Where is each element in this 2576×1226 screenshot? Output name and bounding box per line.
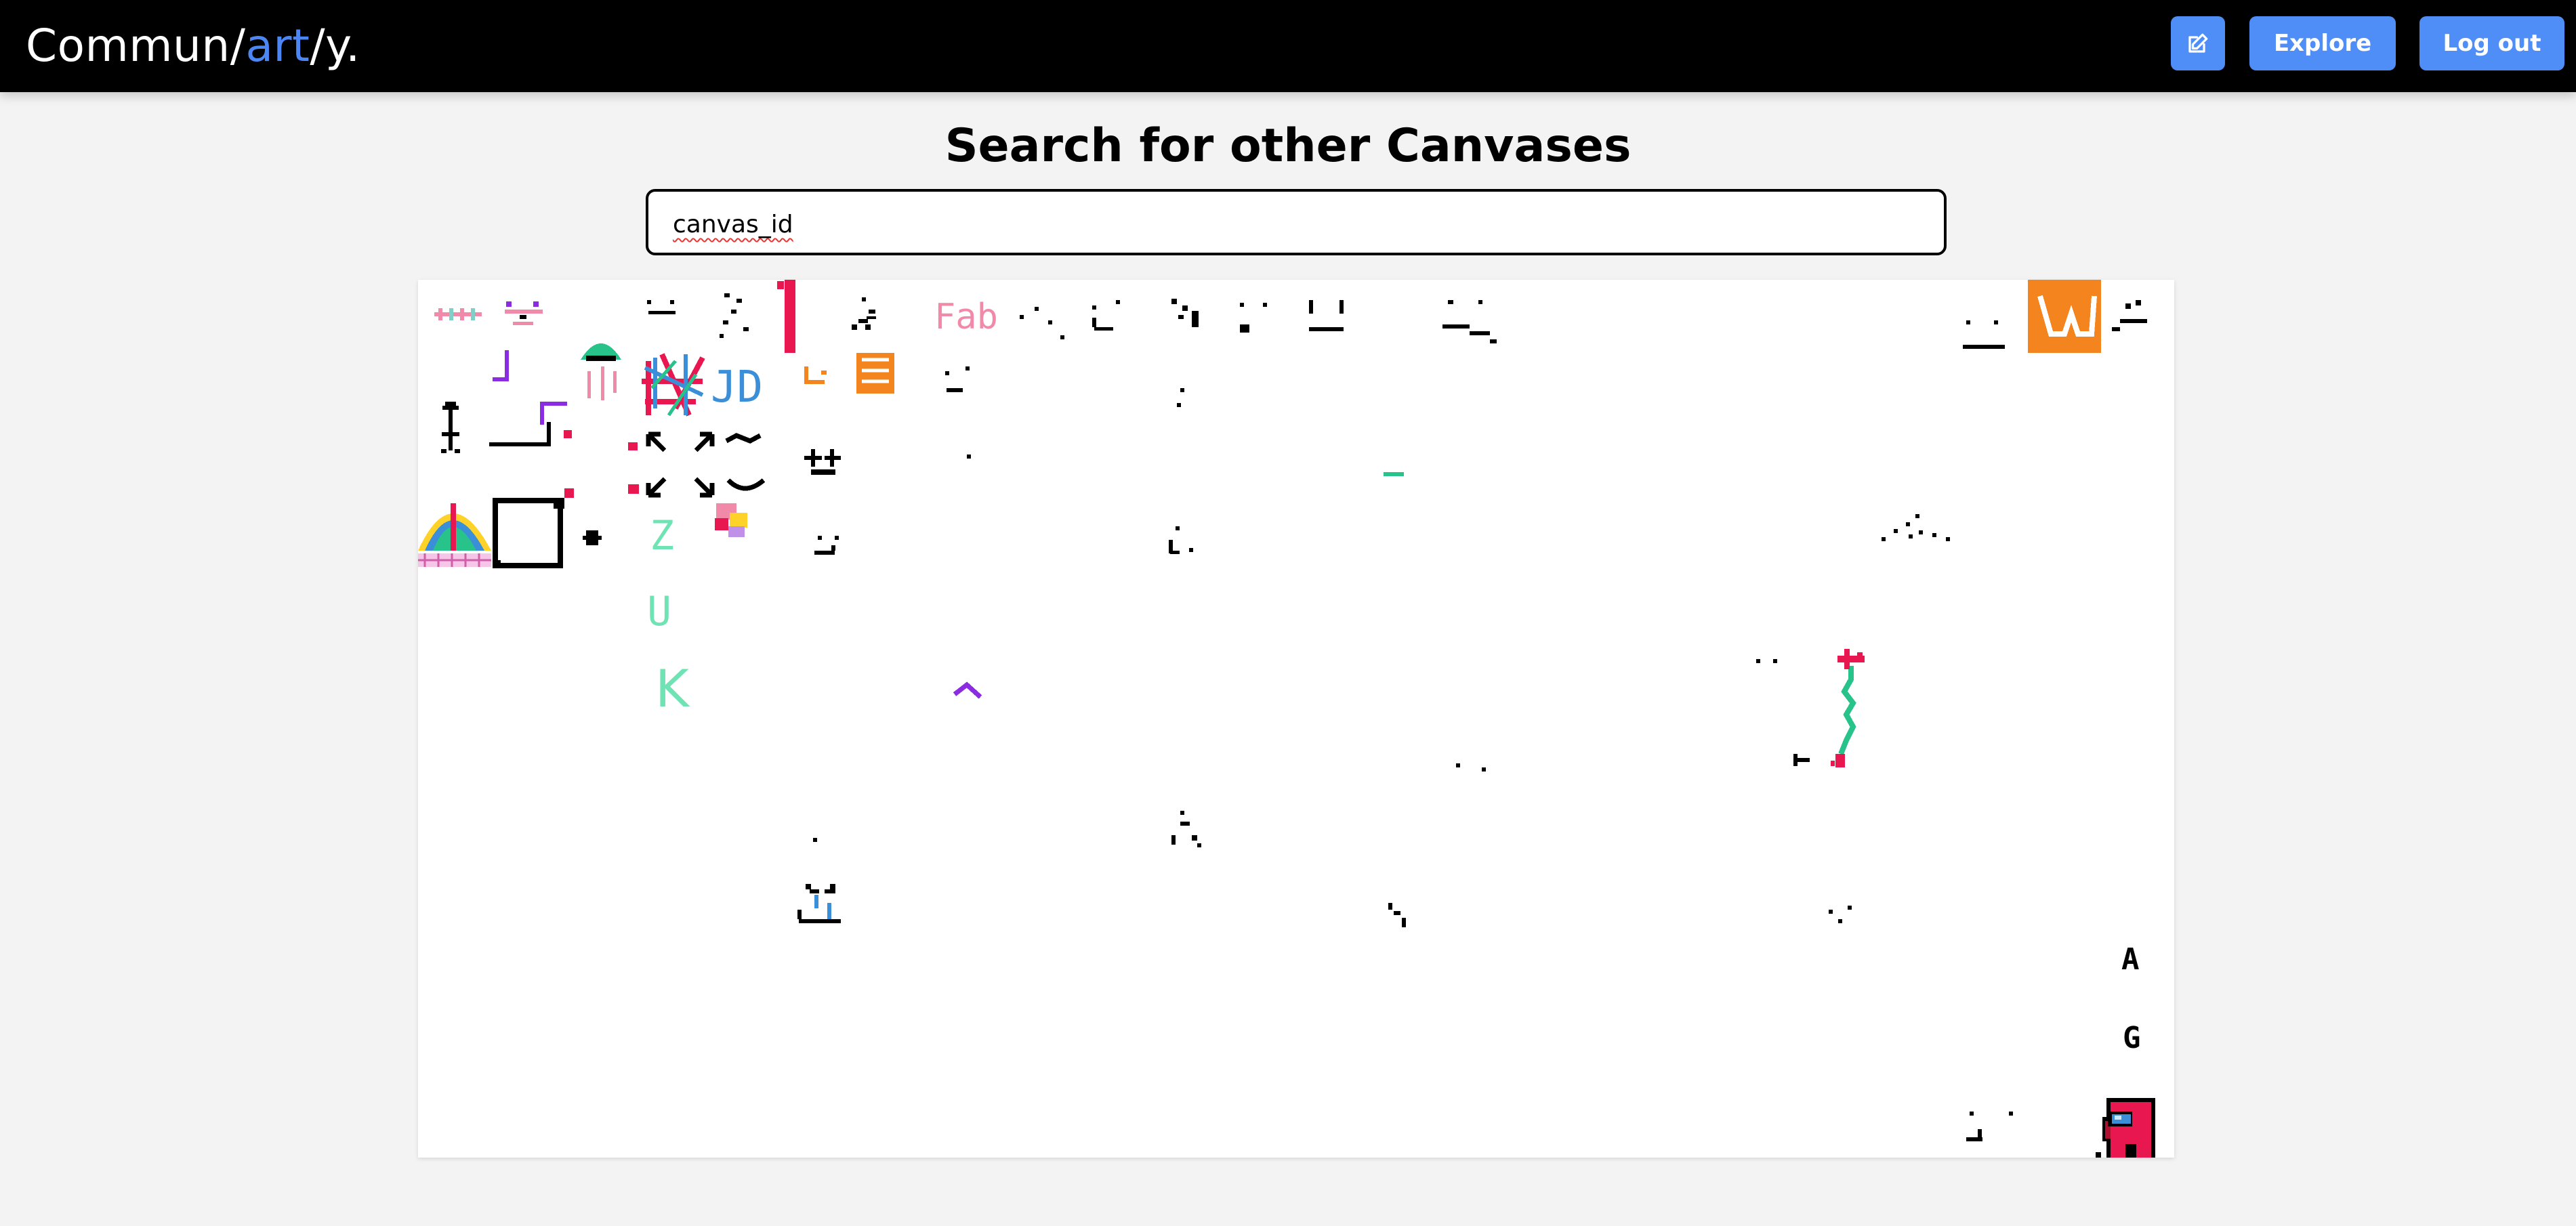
pixel-art-black-lines [441,402,551,453]
pixel-text-z: Z [650,512,674,559]
pixel-art-vine [1756,649,1865,767]
pixel-art-crying-face [797,884,841,923]
search-input-value: canvas_id [673,211,793,238]
pixel-dot-red-2 [628,442,638,450]
pixel-text-k: K [655,658,690,719]
pixel-art-faces [647,293,2147,349]
app-logo[interactable]: Commun/art/y. [26,18,360,75]
pixel-art-orange-bits [804,353,894,394]
pixel-art-smile-3 [814,514,1950,555]
explore-button[interactable]: Explore [2249,16,2396,70]
pixel-dot-red-3 [628,484,639,494]
pixel-dot-red [564,430,572,438]
pixel-art-red-bar [777,280,795,353]
brand-text-end: /y. [310,20,360,72]
pixel-art-small-bug [583,530,602,545]
pixel-art-orange-tile [2028,280,2101,353]
edit-icon [2188,33,2208,53]
pixel-text-u: U [647,588,671,635]
page-title: Search for other Canvases [944,119,1632,173]
pixel-dot [967,455,971,459]
pixel-art-purple-hook [953,681,982,699]
pixel-art-arrows [646,431,766,498]
pixel-canvas[interactable]: Fab JD Z U K A G [418,280,2174,1158]
pixel-art-cross-face [804,449,841,475]
pixel-art-drone [505,301,543,325]
pixel-text-fab: Fab [934,297,998,337]
search-input[interactable]: canvas_id [646,189,1947,255]
pixel-art-green-dash [1384,472,1404,476]
pixel-art-square-frame [493,488,574,568]
brand-text-start: Commun/ [26,20,246,72]
pixel-art-crewmate [2096,1098,2155,1158]
brand-text-accent: art [245,20,310,72]
logout-button[interactable]: Log out [2419,16,2564,70]
pixel-art-tangle [642,353,705,417]
pixel-art-purple-lines [493,350,567,425]
top-navbar: Commun/art/y. Explore Log out [0,0,2576,92]
pixel-art-color-blocks [715,503,747,537]
pixel-text-a: A [2121,942,2140,977]
pixel-art-rainbow-umbrella [418,503,491,567]
pixel-art-x-face [852,319,871,330]
pixel-text-g: G [2123,1021,2141,1055]
pixel-art-bars [434,308,482,320]
edit-canvas-button[interactable] [2171,16,2225,70]
pixel-art-smile-2 [945,366,1184,407]
pixel-art-scattered-faces [813,763,2013,1141]
pixel-art-jellyfish [581,343,621,400]
pixel-text-jd: JD [711,362,763,413]
